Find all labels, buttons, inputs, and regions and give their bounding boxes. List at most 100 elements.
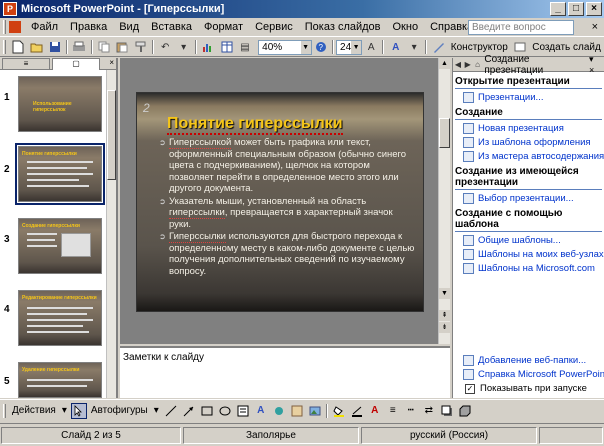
close-icon[interactable]: × [109,58,116,69]
font-color-icon[interactable]: A [367,403,383,419]
arrow-style-icon[interactable]: ⇄ [421,403,437,419]
menu-insert[interactable]: Вставка [145,21,198,33]
task-pane-title[interactable]: Создание презентации [484,54,589,76]
task-link-label[interactable]: Выбор презентации... [478,193,574,204]
font-color-dropdown-icon[interactable]: ▾ [406,39,422,55]
close-button[interactable]: × [586,2,602,16]
design-button[interactable]: Конструктор [448,42,511,53]
menu-tools[interactable]: Сервис [249,21,299,33]
menu-slideshow[interactable]: Показ слайдов [299,21,387,33]
previous-slide-icon[interactable]: ⇞ [439,310,450,321]
slide-thumbnail[interactable]: Создание гиперссылки [18,218,102,274]
increase-font-icon[interactable]: A [363,39,379,55]
task-link-label[interactable]: Общие шаблоны... [478,235,561,246]
menu-window[interactable]: Окно [387,21,425,33]
chevron-down-icon[interactable]: ▾ [59,405,70,416]
slides-scrollbar[interactable] [106,70,116,398]
slide-body[interactable]: ➲ Гиперссылкой может быть графика или те… [159,137,417,278]
task-link[interactable]: Шаблоны на моих веб-узлах... [463,249,604,260]
task-link-label[interactable]: Новая презентация [478,123,564,134]
task-link-label[interactable]: Из мастера автосодержания [478,151,604,162]
scrollbar-thumb[interactable] [107,90,116,180]
forward-icon[interactable]: ▶ [463,60,473,69]
task-link[interactable]: Новая презентация [463,123,604,134]
scroll-up-icon[interactable]: ▲ [439,58,450,69]
actions-menu[interactable]: Действия [9,405,59,416]
task-link[interactable]: Справка Microsoft PowerPoint [463,369,604,380]
task-link-label[interactable]: Презентации... [478,92,543,103]
shadow-style-icon[interactable] [439,403,455,419]
minimize-button[interactable]: _ [550,2,566,16]
current-slide[interactable]: 2 Понятие гиперссылки ➲ Гиперссылкой мож… [136,92,424,312]
design-icon[interactable] [430,39,446,55]
task-link[interactable]: Добавление веб-папки... [463,355,603,366]
document-icon[interactable] [9,21,21,33]
toolbar-grip[interactable] [3,40,6,54]
menu-file[interactable]: Файл [25,21,64,33]
3d-style-icon[interactable] [457,403,473,419]
task-link[interactable]: Шаблоны на Microsoft.com [463,263,604,274]
task-link-label[interactable]: Добавление веб-папки... [478,355,586,366]
format-painter-icon[interactable] [133,39,149,55]
clipart-icon[interactable] [289,403,305,419]
insert-picture-icon[interactable] [307,403,323,419]
tab-outline[interactable]: ≡ [2,58,50,70]
new-document-icon[interactable] [10,39,26,55]
task-link-label[interactable]: Шаблоны на моих веб-узлах... [478,249,604,260]
show-at-startup-checkbox[interactable]: ✓ Показывать при запуске [465,383,603,394]
diagram-icon[interactable] [271,403,287,419]
task-link[interactable]: Презентации... [463,92,604,103]
print-icon[interactable] [71,39,87,55]
save-icon[interactable] [47,39,63,55]
slide-thumbnail[interactable]: Понятие гиперссылки [15,143,105,205]
undo-dropdown-icon[interactable]: ▾ [175,39,191,55]
home-icon[interactable]: ⌂ [473,60,483,69]
tab-slides[interactable]: ▢ [52,58,100,70]
notes-pane[interactable]: Заметки к слайду [120,346,450,398]
chevron-down-icon[interactable]: ▼ [351,40,362,54]
line-icon[interactable] [163,403,179,419]
menu-view[interactable]: Вид [113,21,145,33]
expand-all-icon[interactable]: ▤ [237,39,253,55]
open-folder-icon[interactable] [28,39,44,55]
scroll-down-icon[interactable]: ▼ [439,288,450,299]
oval-icon[interactable] [217,403,233,419]
line-style-icon[interactable]: ≡ [385,403,401,419]
task-link-label[interactable]: Из шаблона оформления [478,137,591,148]
new-slide-button[interactable]: Создать слайд [529,42,604,53]
task-link[interactable]: Выбор презентации... [463,193,604,204]
wordart-icon[interactable]: A [253,403,269,419]
back-icon[interactable]: ◀ [453,60,463,69]
rectangle-icon[interactable] [199,403,215,419]
text-box-icon[interactable] [235,403,251,419]
slide-thumbnail[interactable]: Использование гиперссылок [18,76,102,132]
font-color-icon[interactable]: A [387,39,403,55]
insert-table-icon[interactable] [218,39,234,55]
copy-icon[interactable] [96,39,112,55]
arrow-icon[interactable] [181,403,197,419]
task-link-label[interactable]: Шаблоны на Microsoft.com [478,263,595,274]
task-link[interactable]: Из шаблона оформления [463,137,604,148]
task-link-label[interactable]: Справка Microsoft PowerPoint [478,369,604,380]
slide-thumbnail[interactable]: Редактирование гиперссылки [18,290,102,346]
toolbar-grip[interactable] [3,403,6,418]
checkmark-icon[interactable]: ✓ [465,383,475,394]
zoom-combo[interactable]: 40% ▼ [258,39,312,55]
line-color-icon[interactable] [349,403,365,419]
scrollbar-thumb[interactable] [439,118,450,148]
fill-color-icon[interactable] [331,403,347,419]
select-pointer-icon[interactable] [70,402,87,419]
menu-edit[interactable]: Правка [64,21,113,33]
menu-grip[interactable] [3,20,6,34]
next-slide-icon[interactable]: ⇟ [439,322,450,333]
menu-format[interactable]: Формат [198,21,249,33]
chevron-down-icon[interactable]: ▾ [151,405,162,416]
task-link[interactable]: Общие шаблоны... [463,235,604,246]
slide-title[interactable]: Понятие гиперссылки [167,115,343,135]
editor-scrollbar[interactable]: ▲ ▼ ⇞ ⇟ [438,58,450,344]
chevron-down-icon[interactable]: ▼ [300,40,311,54]
undo-icon[interactable]: ↶ [157,39,173,55]
close-icon[interactable]: ▾ × [589,54,604,75]
slide-thumbnail[interactable]: Удаление гиперссылки [18,362,102,398]
dash-style-icon[interactable]: ┅ [403,403,419,419]
